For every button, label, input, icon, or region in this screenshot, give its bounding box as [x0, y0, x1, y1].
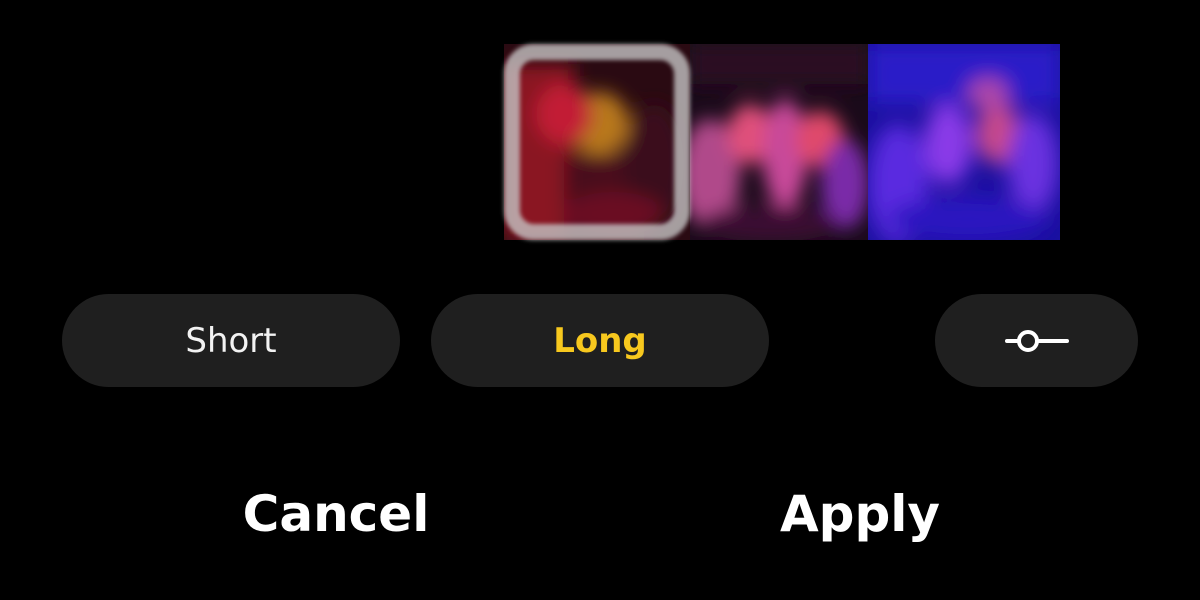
thumbnail-strip[interactable]	[504, 44, 1060, 240]
apply-button[interactable]: Apply	[760, 476, 960, 552]
thumbnail-2[interactable]	[690, 44, 868, 240]
short-mode-button[interactable]: Short	[62, 294, 400, 387]
cancel-button[interactable]: Cancel	[226, 476, 446, 552]
adjust-button[interactable]	[935, 294, 1138, 387]
long-mode-button[interactable]: Long	[431, 294, 769, 387]
thumbnail-3[interactable]	[868, 44, 1060, 240]
slider-adjust-icon	[1004, 326, 1069, 356]
thumbnail-1[interactable]	[504, 44, 690, 240]
